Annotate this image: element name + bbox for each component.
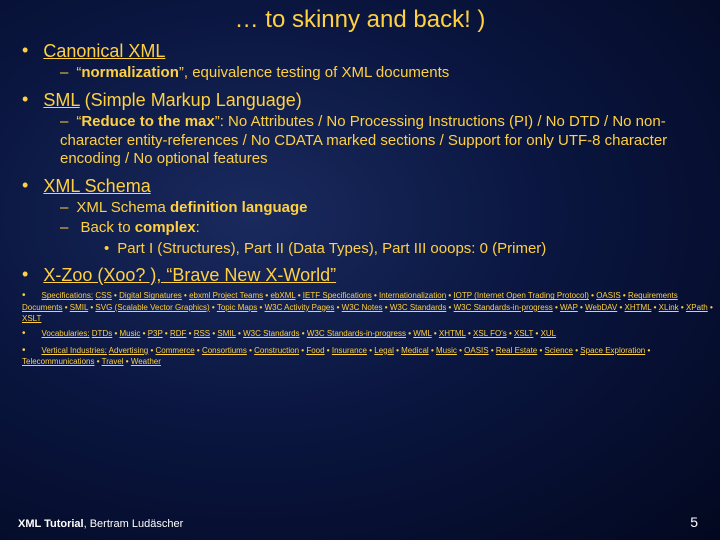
tiny-link[interactable]: W3C Standards-in-progress <box>307 329 406 338</box>
page-number: 5 <box>690 514 698 530</box>
tiny-link[interactable]: XHTML <box>625 303 652 312</box>
tiny-link[interactable]: W3C Notes <box>342 303 383 312</box>
xzoo-label: X-Zoo (Xoo? ), “Brave New X-World” <box>43 265 336 285</box>
tiny-link[interactable]: XHTML <box>439 329 466 338</box>
tiny-link[interactable]: W3C Standards-in-progress <box>454 303 553 312</box>
tiny-link[interactable]: Topic Maps <box>217 303 257 312</box>
tiny-link[interactable]: W3C Standards <box>243 329 299 338</box>
tiny-link[interactable]: Music <box>120 329 141 338</box>
tiny-specs: Specifications: CSS • Digital Signatures… <box>22 289 720 324</box>
tiny-link[interactable]: WML <box>413 329 431 338</box>
sub-back-complex: Back to complex: Part I (Structures), Pa… <box>60 219 720 259</box>
tiny-link[interactable]: CSS <box>95 291 111 300</box>
tiny-link[interactable]: Medical <box>401 346 429 355</box>
bullet-xml-schema: XML Schema XML Schema definition languag… <box>22 175 720 258</box>
tiny-link[interactable]: OASIS <box>596 291 620 300</box>
tiny-link[interactable]: Food <box>306 346 324 355</box>
footer-title: XML Tutorial <box>18 518 84 530</box>
sub-normalization: “normalization”, equivalence testing of … <box>60 64 720 83</box>
tiny-link[interactable]: OASIS <box>464 346 488 355</box>
tiny-link[interactable]: W3C Activity Pages <box>265 303 335 312</box>
tiny-vocab: Vocabularies: DTDs • Music • P3P • RDF •… <box>22 327 720 341</box>
footer: XML Tutorial, Bertram Ludäscher <box>18 518 183 530</box>
sml-rest: (Simple Markup Language) <box>80 90 302 110</box>
slide-title: … to skinny and back! ) <box>0 0 720 38</box>
tiny-link[interactable]: WAP <box>560 303 578 312</box>
tiny-link[interactable]: DTDs <box>92 329 112 338</box>
tiny-link[interactable]: XSLT <box>22 314 41 323</box>
tiny-link[interactable]: SMIL <box>217 329 235 338</box>
tiny-link[interactable]: IETF Specifications <box>303 291 372 300</box>
tiny-list: Specifications: CSS • Digital Signatures… <box>22 289 720 368</box>
tiny-link[interactable]: Music <box>436 346 457 355</box>
tiny-link[interactable]: Telecommunications <box>22 357 94 366</box>
sub3-parts: Part I (Structures), Part II (Data Types… <box>104 240 720 259</box>
tiny-link[interactable]: Digital Signatures <box>119 291 182 300</box>
sml-link[interactable]: SML <box>43 90 79 110</box>
tiny-link[interactable]: SVG (Scalable Vector Graphics) <box>95 303 209 312</box>
tiny-link[interactable]: Consortiums <box>202 346 247 355</box>
tiny-link[interactable]: XUL <box>541 329 557 338</box>
footer-author: , Bertram Ludäscher <box>84 518 184 530</box>
tiny-link[interactable]: ebxml Project Teams <box>189 291 263 300</box>
tiny-link[interactable]: Real Estate <box>496 346 537 355</box>
bullet-list: Canonical XML “normalization”, equivalen… <box>22 40 720 286</box>
tiny-link[interactable]: P3P <box>148 329 163 338</box>
tiny-link[interactable]: XSLT <box>514 329 533 338</box>
bullet-xzoo: X-Zoo (Xoo? ), “Brave New X-World” <box>22 264 720 286</box>
bullet-sml: SML (Simple Markup Language) “Reduce to … <box>22 89 720 169</box>
tiny-link[interactable]: Internationalization <box>379 291 446 300</box>
tiny-link[interactable]: XPath <box>686 303 708 312</box>
tiny-link[interactable]: ebXML <box>270 291 295 300</box>
sub-reduce: “Reduce to the max”: No Attributes / No … <box>60 113 720 169</box>
tiny-link[interactable]: Commerce <box>156 346 195 355</box>
tiny-link[interactable]: Legal <box>374 346 394 355</box>
tiny-link[interactable]: W3C Standards <box>390 303 446 312</box>
tiny-link[interactable]: Construction <box>254 346 299 355</box>
tiny-link[interactable]: RSS <box>194 329 210 338</box>
tiny-link[interactable]: Insurance <box>332 346 367 355</box>
tiny-link[interactable]: Space Exploration <box>580 346 645 355</box>
tiny-link[interactable]: WebDAV <box>585 303 617 312</box>
tiny-link[interactable]: Advertising <box>109 346 149 355</box>
canonical-xml-link[interactable]: Canonical XML <box>43 41 165 61</box>
tiny-link[interactable]: XLink <box>659 303 679 312</box>
tiny-link[interactable]: Weather <box>131 357 161 366</box>
tiny-link[interactable]: Science <box>545 346 573 355</box>
tiny-link[interactable]: IOTP (Internet Open Trading Protocol) <box>453 291 588 300</box>
tiny-link[interactable]: RDF <box>170 329 186 338</box>
sub-definition-lang: XML Schema definition language <box>60 199 720 218</box>
tiny-link[interactable]: SMIL <box>70 303 88 312</box>
xml-schema-link[interactable]: XML Schema <box>43 176 150 196</box>
tiny-vertical: Vertical Industries: Advertising • Comme… <box>22 344 720 368</box>
tiny-link[interactable]: XSL FO's <box>473 329 507 338</box>
tiny-link[interactable]: Travel <box>102 357 124 366</box>
bullet-canonical-xml: Canonical XML “normalization”, equivalen… <box>22 40 720 83</box>
